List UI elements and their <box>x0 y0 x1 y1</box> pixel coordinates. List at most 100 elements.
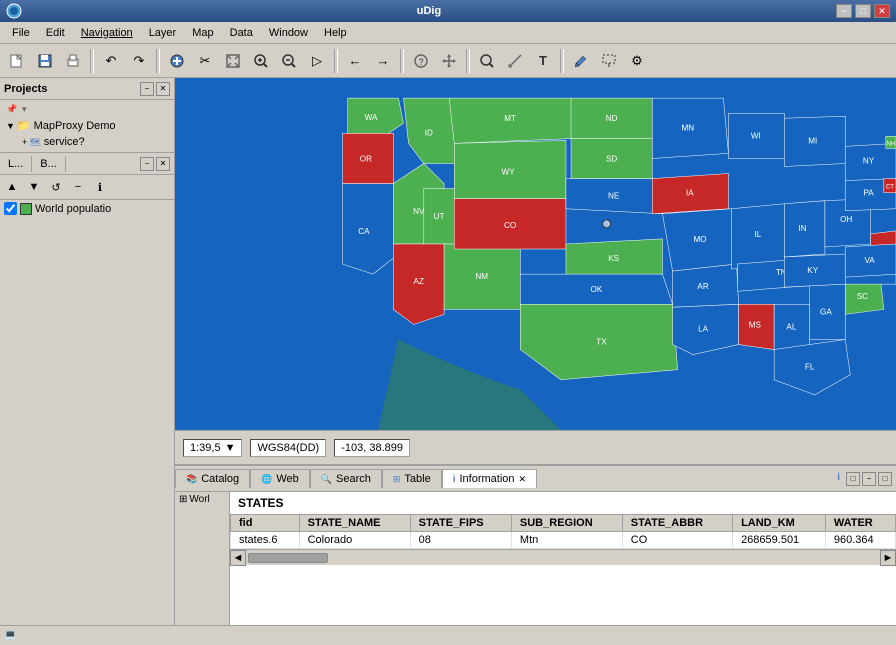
tab-bookmarks[interactable]: B... <box>32 156 66 172</box>
extent-button[interactable] <box>220 48 246 74</box>
table-row[interactable]: states.6 Colorado 08 Mtn CO 268659.501 9… <box>231 532 896 549</box>
sep2 <box>156 49 160 73</box>
map-panel: 🗺 service? ✕ − □ WA <box>175 78 896 465</box>
measure-button[interactable] <box>502 48 528 74</box>
layer-world-pop[interactable]: World populatio <box>0 200 174 217</box>
tab-layers[interactable]: L... <box>0 156 32 172</box>
map-icon: 🗺 <box>29 137 40 148</box>
project-service[interactable]: + 🗺 service? <box>2 134 172 150</box>
pan-zoom-button[interactable]: ▷ <box>304 48 330 74</box>
table-label: Table <box>404 473 430 485</box>
col-state-name: STATE_NAME <box>299 515 410 532</box>
map-svg: WA OR CA ID NV MT <box>175 78 896 430</box>
menu-file[interactable]: File <box>4 25 38 41</box>
menu-edit[interactable]: Edit <box>38 25 73 41</box>
scroll-right-btn[interactable]: ► <box>880 550 896 566</box>
layer-refresh-button[interactable]: ↺ <box>46 177 66 197</box>
print-button[interactable] <box>60 48 86 74</box>
projects-close[interactable]: ✕ <box>156 82 170 96</box>
info-scrollbar[interactable]: ◄ ► <box>230 549 896 565</box>
scale-field[interactable]: 1:39,5 ▼ <box>183 439 242 457</box>
search-label: Search <box>336 473 371 485</box>
tab-web[interactable]: 🌐 Web <box>250 469 310 488</box>
nav-pin-icon: 📌 <box>6 104 18 115</box>
close-button[interactable]: ✕ <box>874 4 890 18</box>
sep5 <box>466 49 470 73</box>
tab-table[interactable]: ⊞ Table <box>382 469 442 488</box>
forward-button[interactable]: → <box>370 48 396 74</box>
coords-value: -103, 38.899 <box>341 442 403 454</box>
text-button[interactable]: T <box>530 48 556 74</box>
menu-layer[interactable]: Layer <box>141 25 185 41</box>
bottom-panel-btn1[interactable]: □ <box>846 472 860 486</box>
map-container[interactable]: WA OR CA ID NV MT <box>175 78 896 430</box>
project-mapproxy[interactable]: ▼ 📁 MapProxy Demo <box>2 117 172 134</box>
zoom-out-button[interactable] <box>276 48 302 74</box>
select-tool[interactable] <box>596 48 622 74</box>
info-tab-close[interactable]: ✕ <box>519 474 527 485</box>
layer-panel-controls: − ✕ <box>140 157 174 171</box>
table-header-row: fid STATE_NAME STATE_FIPS SUB_REGION STA… <box>231 515 896 532</box>
minimize-button[interactable]: − <box>836 4 852 18</box>
layers-header: L... B... − ✕ <box>0 153 174 175</box>
info-query-button[interactable]: ? <box>408 48 434 74</box>
info-layer-title: STATES <box>230 492 896 514</box>
projects-panel: Projects − ✕ 📌 ▾ ▼ 📁 MapProxy Demo + <box>0 78 174 153</box>
sep6 <box>560 49 564 73</box>
layer-remove-button[interactable]: − <box>68 177 88 197</box>
app-icon <box>6 3 22 19</box>
status-icon: 💻 <box>4 630 16 641</box>
crs-field[interactable]: WGS84(DD) <box>250 439 326 457</box>
menu-data[interactable]: Data <box>222 25 261 41</box>
bottom-panel-maximize[interactable]: □ <box>878 472 892 486</box>
menu-map[interactable]: Map <box>184 25 221 41</box>
project-folder-icon: 📁 <box>17 119 31 132</box>
layer-checkbox[interactable] <box>4 202 17 215</box>
table-icon: ⊞ <box>393 474 401 485</box>
projects-minimize[interactable]: − <box>140 82 154 96</box>
menu-help[interactable]: Help <box>316 25 355 41</box>
projects-title: Projects <box>4 83 47 95</box>
save-button[interactable] <box>32 48 58 74</box>
info-badge: i <box>837 472 840 486</box>
add-layer-button[interactable] <box>164 48 190 74</box>
info-label: Information <box>459 473 514 485</box>
back-button[interactable]: ← <box>342 48 368 74</box>
scroll-left-btn[interactable]: ◄ <box>230 550 246 566</box>
layer-info-button[interactable]: ℹ <box>90 177 110 197</box>
bottom-panel: 📚 Catalog 🌐 Web 🔍 Search ⊞ Table i <box>175 465 896 625</box>
undo-button[interactable]: ↶ <box>98 48 124 74</box>
info-icon: i <box>453 474 456 485</box>
sep3 <box>334 49 338 73</box>
map-statusbar: 1:39,5 ▼ WGS84(DD) -103, 38.899 <box>175 430 896 464</box>
layer-up-button[interactable]: ▲ <box>2 177 22 197</box>
tab-information[interactable]: i Information ✕ <box>442 469 537 488</box>
info-content: STATES fid STATE_NAME STATE_FIPS SUB_REG… <box>230 492 896 625</box>
menu-navigation[interactable]: Navigation <box>73 25 141 41</box>
main-layout: Projects − ✕ 📌 ▾ ▼ 📁 MapProxy Demo + <box>0 78 896 625</box>
zoom-tool[interactable] <box>474 48 500 74</box>
edit-tool[interactable] <box>568 48 594 74</box>
redo-button[interactable]: ↷ <box>126 48 152 74</box>
layer-down-button[interactable]: ▼ <box>24 177 44 197</box>
menu-window[interactable]: Window <box>261 25 316 41</box>
tab-search[interactable]: 🔍 Search <box>310 469 382 488</box>
window-controls: − □ ✕ <box>836 4 890 18</box>
col-sub-region: SUB_REGION <box>511 515 622 532</box>
scale-dropdown-icon: ▼ <box>225 442 236 454</box>
bottom-panel-minimize[interactable]: − <box>862 472 876 486</box>
pan-button[interactable] <box>436 48 462 74</box>
restore-button[interactable]: □ <box>855 4 871 18</box>
zoom-in-button[interactable] <box>248 48 274 74</box>
expand-arrow: ▾ <box>22 104 27 115</box>
bottom-layer-item[interactable]: ⊞ Worl <box>175 492 229 507</box>
layers-close[interactable]: ✕ <box>156 157 170 171</box>
scroll-thumb[interactable] <box>248 553 328 563</box>
tab-catalog[interactable]: 📚 Catalog <box>175 469 250 488</box>
left-panel: Projects − ✕ 📌 ▾ ▼ 📁 MapProxy Demo + <box>0 78 175 625</box>
catalog-label: Catalog <box>201 473 239 485</box>
new-button[interactable] <box>4 48 30 74</box>
layers-minimize[interactable]: − <box>140 157 154 171</box>
settings-button[interactable]: ⚙ <box>624 48 650 74</box>
cut-button[interactable]: ✂ <box>192 48 218 74</box>
